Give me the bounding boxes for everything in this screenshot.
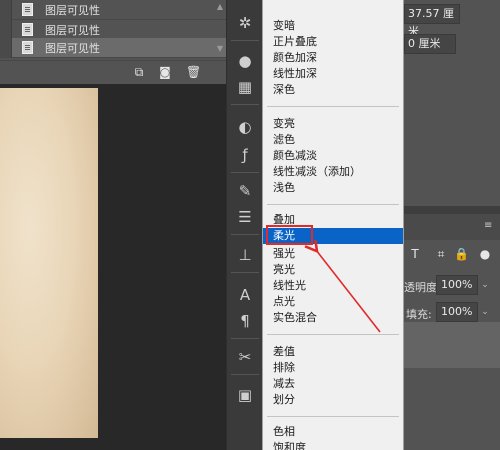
- layer-filter-row: T ⌗ 🔒 ●: [404, 245, 500, 265]
- visibility-toggle[interactable]: [0, 37, 12, 58]
- menu-item-lighten[interactable]: 变亮: [263, 116, 403, 132]
- trash-icon[interactable]: 🗑: [186, 66, 201, 79]
- offset-field[interactable]: 0 厘米: [404, 34, 456, 54]
- layers-scrollbar[interactable]: ▲ ▼: [216, 2, 224, 56]
- panel-divider: [404, 206, 500, 214]
- visibility-toggle[interactable]: [0, 19, 12, 40]
- camera-icon[interactable]: ◙: [158, 66, 172, 79]
- divider: [231, 104, 259, 105]
- menu-item-multiply[interactable]: 正片叠底: [263, 34, 403, 50]
- lock-icon[interactable]: 🔒: [454, 247, 469, 261]
- document-canvas[interactable]: [0, 88, 98, 438]
- menu-item-linear-burn[interactable]: 线性加深: [263, 66, 403, 82]
- layer-thumbnail-icon: [22, 41, 33, 54]
- adjust-icon[interactable]: ◐: [234, 116, 256, 138]
- divider: [231, 234, 259, 235]
- divider: [231, 272, 259, 273]
- divider: [231, 40, 259, 41]
- chevron-down-icon[interactable]: ⌄: [478, 302, 492, 322]
- panel-menu-icon[interactable]: ≡: [484, 221, 494, 231]
- history-icon[interactable]: ▣: [234, 384, 256, 406]
- menu-item-lighter-color[interactable]: 浅色: [263, 180, 403, 196]
- layers-footer: ⧉ ◙ 🗑: [0, 60, 226, 84]
- character-icon[interactable]: A: [234, 284, 256, 306]
- align-icon[interactable]: ⊥: [234, 244, 256, 266]
- width-field[interactable]: 37.57 厘米: [404, 4, 460, 38]
- chevron-down-icon[interactable]: ⌄: [478, 275, 492, 295]
- menu-item-hue[interactable]: 色相: [263, 424, 403, 440]
- paragraph-brush-icon[interactable]: ✎: [234, 180, 256, 202]
- menu-item-darker-color[interactable]: 深色: [263, 82, 403, 98]
- crop-icon[interactable]: ⌗: [434, 247, 448, 261]
- layers-panel-header: ≡: [404, 214, 500, 240]
- layer-name: 图层可见性: [45, 3, 100, 17]
- scroll-down-icon[interactable]: ▼: [216, 44, 224, 54]
- type-filter-icon[interactable]: T: [408, 247, 422, 261]
- menu-divider: [267, 106, 399, 107]
- palette-icon[interactable]: ●: [234, 50, 256, 72]
- layer-row-selected[interactable]: [404, 322, 500, 368]
- menu-item-linear-dodge[interactable]: 线性减淡（添加）: [263, 164, 403, 180]
- annotation-arrow: [300, 240, 381, 333]
- transform-icon[interactable]: ✂: [234, 346, 256, 368]
- layer-name: 图层可见性: [45, 41, 100, 55]
- fx-icon[interactable]: ƒ: [234, 144, 256, 166]
- divider: [231, 374, 259, 375]
- grid-icon[interactable]: ▦: [234, 76, 256, 98]
- opacity-field[interactable]: 100%: [436, 275, 478, 295]
- layer-row[interactable]: 图层可见性: [0, 0, 226, 20]
- paragraph-icon[interactable]: ¶: [234, 310, 256, 332]
- properties-panel: 37.57 厘米 0 厘米 ≡ T ⌗ 🔒 ● 透明度: 100% ⌄ 填充: …: [404, 0, 500, 450]
- menu-divider: [267, 204, 399, 205]
- layer-thumbnail-icon: [22, 23, 33, 36]
- menu-item-difference[interactable]: 差值: [263, 344, 403, 360]
- divider: [231, 338, 259, 339]
- menu-item-color-burn[interactable]: 颜色加深: [263, 50, 403, 66]
- layer-row[interactable]: 图层可见性: [0, 37, 226, 58]
- canvas-area[interactable]: [0, 84, 226, 450]
- brush-settings-icon[interactable]: ✲: [234, 12, 256, 34]
- layer-row[interactable]: 图层可见性: [0, 19, 226, 40]
- menu-item-divide[interactable]: 划分: [263, 392, 403, 408]
- menu-item-subtract[interactable]: 减去: [263, 376, 403, 392]
- layers-panel: 图层可见性 图层可见性 图层可见性 ▲ ▼ ⧉ ◙ 🗑: [0, 0, 226, 84]
- menu-item-exclusion[interactable]: 排除: [263, 360, 403, 376]
- scroll-up-icon[interactable]: ▲: [216, 2, 224, 12]
- layer-name: 图层可见性: [45, 23, 100, 37]
- divider: [231, 172, 259, 173]
- adjustment-layer-icon[interactable]: ⧉: [132, 66, 146, 79]
- layer-thumbnail-icon: [22, 3, 33, 16]
- fill-field[interactable]: 100%: [436, 302, 478, 322]
- panel-icon-strip: ✲ ● ▦ ◐ ƒ ✎ ☰ ⊥ A ¶ ✂ ▣: [226, 0, 262, 450]
- visibility-toggle[interactable]: [0, 0, 12, 20]
- menu-item-saturation[interactable]: 饱和度: [263, 440, 403, 450]
- dot-icon[interactable]: ●: [478, 247, 492, 261]
- fill-label: 填充:: [406, 308, 432, 321]
- menu-divider: [267, 416, 399, 417]
- menu-item-darken[interactable]: 变暗: [263, 18, 403, 34]
- menu-item-color-dodge[interactable]: 颜色减淡: [263, 148, 403, 164]
- menu-item-screen[interactable]: 滤色: [263, 132, 403, 148]
- sliders-icon[interactable]: ☰: [234, 206, 256, 228]
